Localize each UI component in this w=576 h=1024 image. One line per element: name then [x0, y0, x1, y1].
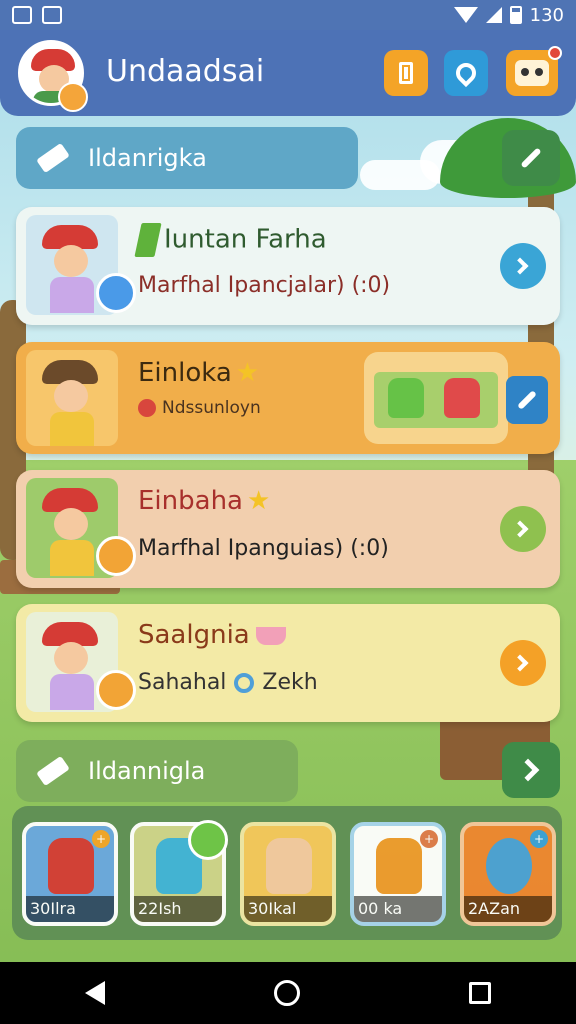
app-header: Undaadsai [0, 30, 576, 116]
card-subtitle: Marfhal Ipancjalar) (:0) [138, 273, 391, 298]
battery-icon [509, 6, 522, 24]
robot-button[interactable] [506, 46, 562, 96]
quest-card-2[interactable]: Einloka ★ Ndssunloyn [16, 342, 560, 454]
quest-card-4[interactable]: Saalgnia Sahahal Zekh [16, 604, 560, 722]
wifi-icon [453, 7, 478, 23]
character-art [266, 838, 312, 894]
edit-button[interactable] [502, 130, 560, 186]
quest-card-1[interactable]: Iuntan Farha Marfhal Ipancjalar) (:0) [16, 207, 560, 325]
signal-icon [485, 7, 502, 23]
card-subtitle: Sahahal Zekh [138, 670, 318, 695]
berry-icon [138, 399, 156, 417]
robot-icon [515, 60, 549, 86]
slot-label: 30Ilra [26, 896, 114, 922]
back-icon[interactable] [84, 981, 105, 1005]
recents-icon[interactable] [469, 982, 492, 1004]
chevron-right-icon [511, 257, 529, 275]
home-icon[interactable] [273, 980, 300, 1006]
character-slot-3[interactable]: 30Ikal [240, 822, 336, 926]
boat-icon [255, 626, 286, 645]
app-title: Undaadsai [106, 54, 265, 89]
chevron-right-icon [511, 520, 529, 538]
pencil-icon [36, 142, 70, 174]
system-nav-bar [0, 962, 576, 1024]
notification-icon [12, 6, 32, 24]
status-bar: 130 [0, 0, 576, 30]
battery-level: 130 [529, 4, 564, 26]
buddy-icon [96, 273, 136, 313]
character-art [48, 838, 94, 894]
character-slot-5[interactable]: + 2AZan [460, 822, 556, 926]
wrench-icon [517, 390, 537, 410]
cloud [360, 160, 440, 190]
character-art [486, 838, 532, 894]
character-art [376, 838, 422, 894]
leaf-icon [134, 223, 162, 257]
monster-preview [364, 352, 508, 444]
section-header-1[interactable]: Ildanrigka [16, 127, 358, 189]
star-icon: ★ [235, 358, 260, 388]
card-title: Einloka ★ [138, 358, 260, 388]
green-monster-icon [388, 378, 424, 418]
open-button[interactable] [500, 243, 546, 289]
swirl-icon [234, 673, 255, 693]
card-subtitle: Ndssunloyn [138, 398, 261, 418]
chevron-right-icon [516, 758, 540, 782]
character-tray: + 30Ilra 22Ish 30Ikal + 00 ka + 2AZan [12, 806, 562, 940]
next-button[interactable] [502, 742, 560, 798]
buddy-icon [96, 536, 136, 576]
chevron-right-icon [511, 654, 529, 672]
character-slot-4[interactable]: + 00 ka [350, 822, 446, 926]
card-title: Iuntan Farha [134, 223, 327, 257]
buddy-icon [96, 670, 136, 710]
notification-dot [548, 46, 562, 60]
section-header-2[interactable]: Ildannigla [16, 740, 298, 802]
card-title: Saalgnia [138, 620, 286, 650]
slot-label: 22Ish [134, 896, 222, 922]
star-icon: ★ [246, 486, 271, 516]
tool-button[interactable] [506, 376, 548, 424]
red-monster-icon [444, 378, 480, 418]
add-badge-icon: + [92, 830, 110, 848]
add-badge-icon: + [530, 830, 548, 848]
slot-label: 00 ka [354, 896, 442, 922]
pencil-icon [36, 755, 70, 787]
pet-badge-icon [58, 82, 88, 112]
document-icon [399, 62, 413, 84]
edit-icon [520, 147, 542, 169]
slot-label: 30Ikal [244, 896, 332, 922]
location-pin-icon [451, 58, 481, 88]
open-button[interactable] [500, 506, 546, 552]
card-title: Einbaha ★ [138, 486, 271, 516]
open-button[interactable] [500, 640, 546, 686]
slot-label: 2AZan [464, 896, 552, 922]
add-badge-icon: + [420, 830, 438, 848]
green-monster-icon [188, 820, 228, 860]
section-label: Ildanrigka [88, 144, 207, 172]
document-button[interactable] [384, 50, 428, 96]
quest-card-3[interactable]: Einbaha ★ Marfhal Ipanguias) (:0) [16, 470, 560, 588]
section-label: Ildannigla [88, 757, 206, 785]
character-thumbnail [26, 350, 118, 446]
location-button[interactable] [444, 50, 488, 96]
character-slot-1[interactable]: + 30Ilra [22, 822, 118, 926]
card-subtitle: Marfhal Ipanguias) (:0) [138, 536, 389, 561]
image-icon [42, 6, 62, 24]
